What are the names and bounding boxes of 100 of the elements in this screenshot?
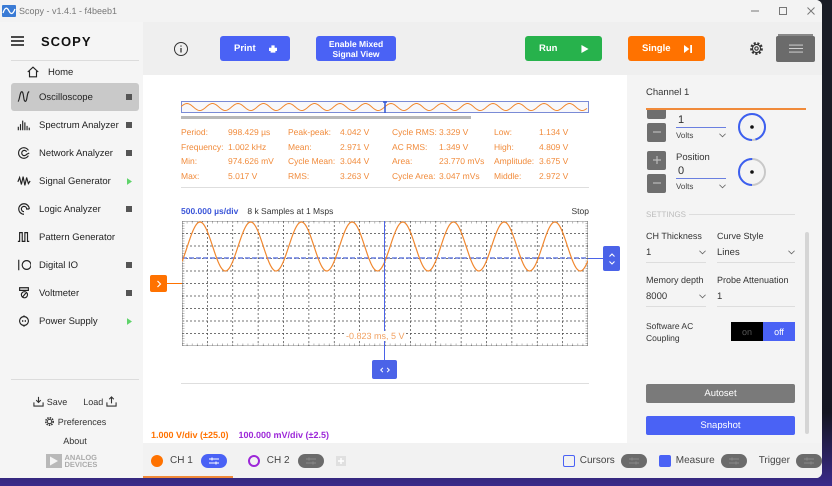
switch-option[interactable]: off (763, 322, 795, 341)
menu-toggle[interactable] (620, 454, 647, 468)
measurement-label: AC RMS: (392, 142, 428, 152)
channel-menu-toggle[interactable] (200, 454, 227, 468)
channel-scale: 1.000 V/div (±25.0) (151, 430, 228, 440)
field-label: Memory depth (646, 275, 705, 285)
leader-line (588, 258, 603, 259)
settings-icon[interactable] (749, 41, 764, 56)
horizontal-position-handle[interactable] (372, 360, 397, 379)
sidebar-item[interactable]: Network Analyzer (11, 139, 139, 167)
chevron-right-icon (156, 280, 162, 288)
zigzag-icon (17, 174, 31, 188)
maximize-icon[interactable] (778, 6, 788, 16)
section-heading: SETTINGS (646, 210, 686, 219)
trigger-level-handle[interactable] (150, 275, 167, 292)
autoset-button[interactable]: Autoset (646, 384, 795, 403)
value-field[interactable]: 1 (676, 113, 726, 128)
measurement-label: Low: (494, 127, 513, 138)
channel-menu-toggle[interactable] (298, 454, 324, 468)
caret-icon (699, 294, 706, 299)
menu-icon[interactable] (11, 36, 24, 46)
mixed-signal-button[interactable]: Enable Mixed Signal View (316, 36, 396, 61)
channel-tab[interactable]: CH 2 (248, 443, 324, 478)
dropdown[interactable]: 1 (646, 247, 706, 263)
measurement-label: Max: (181, 170, 200, 181)
meter-icon (17, 286, 31, 300)
bars-icon (17, 118, 31, 132)
sidebar-item[interactable]: Voltmeter (11, 279, 139, 307)
app-logo: SCOPY (41, 34, 92, 48)
decrement-button[interactable] (647, 122, 666, 142)
increment-button[interactable] (647, 150, 666, 170)
sidebar-item[interactable]: Pattern Generator (11, 223, 139, 251)
measurement-value: 2.971 V (340, 142, 370, 152)
decrement-button[interactable] (647, 174, 666, 192)
measurement-value: 1.002 kHz (228, 142, 268, 152)
sliders-icon (728, 456, 739, 464)
sidebar-item[interactable]: Signal Generator (11, 167, 139, 195)
unit-dropdown[interactable]: Volts (676, 182, 726, 191)
play-icon (581, 44, 589, 52)
field-label: Position (676, 152, 710, 163)
vertical-position-handle[interactable] (603, 246, 620, 271)
measurement-label: Cycle RMS: (392, 127, 438, 138)
measurement-label: RMS: (288, 170, 310, 181)
menu-toggle[interactable] (796, 454, 822, 468)
caret-icon (788, 250, 795, 255)
save-button[interactable]: Save (32, 396, 68, 407)
close-icon[interactable] (806, 6, 816, 16)
input-field[interactable]: 1 (717, 291, 795, 307)
measurement-label: Peak-peak: (288, 127, 332, 138)
panel-title: Channel 1 (646, 87, 690, 99)
measurement-label: Frequency: (181, 142, 225, 152)
measurement-value: 3.329 V (439, 127, 470, 138)
checkbox[interactable] (658, 454, 671, 466)
wave-icon (17, 90, 31, 104)
dropdown[interactable]: Lines (717, 247, 795, 263)
channel-indicator[interactable] (248, 454, 260, 466)
overview-waveform[interactable] (181, 101, 589, 113)
measurement-label: Mean: (288, 142, 313, 152)
measurement-value: 2.972 V (539, 170, 570, 181)
load-button[interactable]: Load (83, 396, 118, 407)
measurement-label: Min: (181, 156, 198, 166)
checkbox[interactable] (562, 454, 575, 466)
sidebar-item[interactable]: Digital IO (11, 251, 139, 279)
channel-scale: 100.000 mV/div (±2.5) (238, 430, 329, 440)
toggle-label: Measure (676, 455, 715, 466)
menu-button[interactable] (776, 36, 815, 62)
measurement-label: Middle: (494, 170, 522, 181)
sample-info: 8 k Samples at 1 Msps (247, 205, 334, 217)
snapshot-button[interactable]: Snapshot (646, 416, 795, 435)
sidebar-item[interactable]: Spectrum Analyzer (11, 111, 139, 139)
measurement-value: 3.047 mVs (439, 170, 481, 181)
unit-dropdown[interactable]: Volts (676, 131, 726, 140)
window-title: Scopy - v1.4.1 - f4beeb1 (19, 6, 118, 16)
sidebar-item[interactable]: Oscilloscope (11, 83, 139, 111)
channel-tab[interactable]: CH 1 (143, 443, 233, 478)
preferences-button[interactable]: Preferences (44, 416, 106, 427)
scrollbar[interactable] (181, 116, 471, 119)
print-button[interactable]: Print (220, 36, 290, 61)
caret-icon (719, 184, 726, 189)
sliders-icon (788, 44, 802, 53)
spiral-icon (17, 202, 31, 216)
measurement-value: 998.429 µs (228, 127, 272, 138)
value-field[interactable]: 0 (676, 164, 726, 179)
sidebar-item[interactable]: Power Supply (11, 307, 139, 335)
field-label: Curve Style (717, 231, 765, 241)
menu-toggle[interactable] (720, 454, 747, 468)
sidebar-item[interactable]: Logic Analyzer (11, 195, 139, 223)
up-down-icon (608, 252, 616, 266)
measurement-label: Area: (392, 156, 414, 166)
channel-indicator[interactable] (151, 454, 163, 466)
digital-icon (17, 258, 31, 272)
info-icon[interactable] (173, 40, 189, 56)
leader-line (167, 283, 182, 284)
dropdown[interactable]: 8000 (646, 291, 706, 307)
caret-icon (719, 133, 726, 138)
cursor-readout: -0.823 ms, 5 V (345, 331, 406, 341)
about-button[interactable]: About (63, 436, 87, 446)
measurement-label: Cycle Area: (392, 170, 436, 181)
measurement-value: 5.017 V (228, 170, 258, 181)
sidebar-item[interactable]: Home (11, 61, 139, 83)
